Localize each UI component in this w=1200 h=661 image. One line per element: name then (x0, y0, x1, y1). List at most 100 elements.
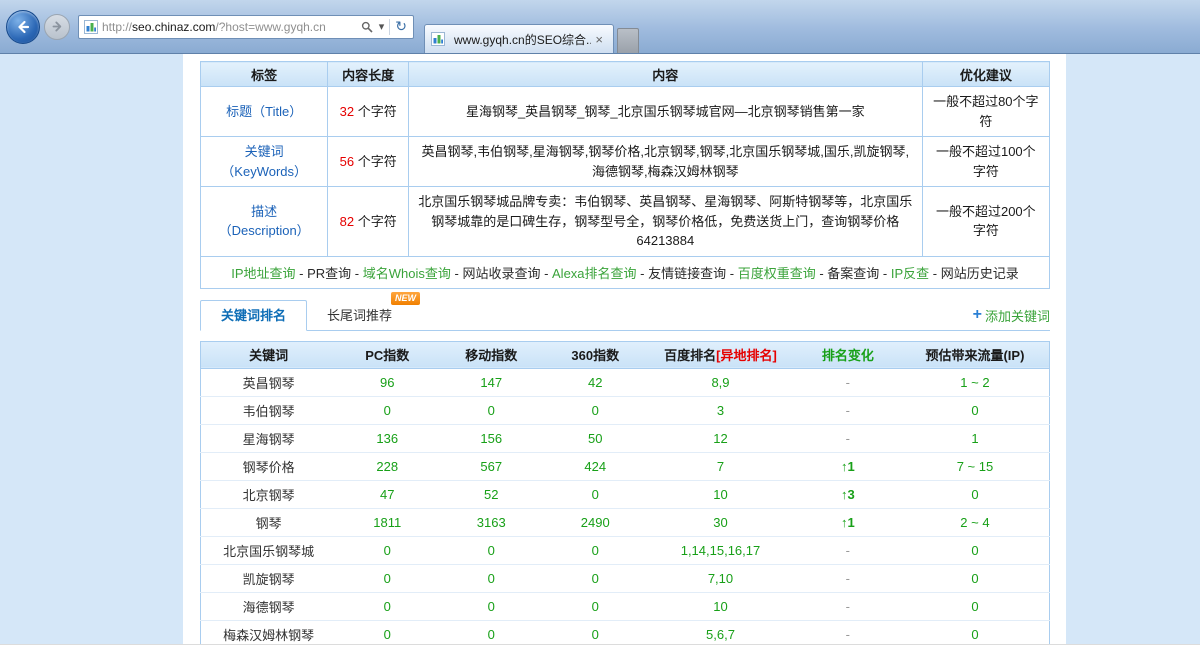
rank-baidu-rank: 1,14,15,16,17 (646, 536, 795, 564)
rank-column-header-suffix: [异地排名] (716, 348, 777, 363)
back-button[interactable] (6, 10, 40, 44)
rank-column-header: 百度排名[异地排名] (646, 341, 795, 368)
chevron-down-icon[interactable]: ▾ (376, 20, 388, 33)
length-unit: 个字符 (354, 154, 397, 169)
rank-keyword[interactable]: 海德钢琴 (201, 592, 337, 620)
seo-column-header: 标签 (201, 62, 328, 87)
rank-keyword[interactable]: 韦伯钢琴 (201, 396, 337, 424)
rank-pc-index: 1811 (336, 508, 438, 536)
seo-column-header: 内容 (408, 62, 922, 87)
new-badge: NEW (391, 292, 420, 305)
quick-link[interactable]: IP地址查询 (231, 266, 295, 281)
rank-estimated-traffic: 0 (901, 396, 1050, 424)
quick-link-separator: - (929, 266, 941, 281)
rank-baidu-rank: 30 (646, 508, 795, 536)
close-icon[interactable]: × (591, 32, 607, 47)
seo-row-content: 北京国乐钢琴城品牌专卖：韦伯钢琴、英昌钢琴、星海钢琴、阿斯特钢琴等，北京国乐钢琴… (408, 187, 922, 257)
rank-change: - (795, 592, 901, 620)
seo-row-label-link[interactable]: 关键词（KeyWords） (221, 144, 307, 179)
quick-link[interactable]: IP反查 (891, 266, 929, 281)
quick-link-separator: - (816, 266, 828, 281)
rank-row: 钢琴18113163249030↑12 ~ 4 (201, 508, 1050, 536)
quick-link[interactable]: 备案查询 (827, 266, 879, 281)
tab-longtail-suggest[interactable]: 长尾词推荐 NEW (307, 301, 412, 330)
quick-link-separator: - (351, 266, 363, 281)
rank-change: ↑3 (795, 480, 901, 508)
length-number: 82 (340, 214, 354, 229)
arrow-right-icon (51, 20, 64, 33)
quick-link[interactable]: PR查询 (307, 266, 351, 281)
rank-mobile-index: 0 (438, 536, 544, 564)
rank-360-index: 0 (544, 480, 646, 508)
rank-keyword[interactable]: 英昌钢琴 (201, 368, 337, 396)
forward-button[interactable] (44, 14, 70, 40)
rank-estimated-traffic: 7 ~ 15 (901, 452, 1050, 480)
quick-link[interactable]: 百度权重查询 (738, 266, 816, 281)
rank-360-index: 0 (544, 620, 646, 644)
rank-keyword[interactable]: 钢琴 (201, 508, 337, 536)
tab-longtail-label: 长尾词推荐 (327, 308, 392, 323)
rank-pc-index: 96 (336, 368, 438, 396)
tab-keyword-ranking[interactable]: 关键词排名 (200, 300, 307, 331)
quick-link-separator: - (540, 266, 552, 281)
rank-row: 钢琴价格2285674247↑17 ~ 15 (201, 452, 1050, 480)
rank-baidu-rank: 10 (646, 592, 795, 620)
rank-row: 梅森汉姆林钢琴0005,6,7-0 (201, 620, 1050, 644)
site-favicon-icon (84, 20, 98, 34)
quick-link[interactable]: 网站历史记录 (941, 266, 1019, 281)
seo-row-label: 标题（Title） (201, 87, 328, 137)
rank-column-header: PC指数 (336, 341, 438, 368)
seo-row-label-link[interactable]: 标题（Title） (226, 104, 302, 119)
seo-row-label-link[interactable]: 描述（Description） (219, 204, 310, 239)
rank-360-index: 0 (544, 564, 646, 592)
window-bottom-strip (0, 644, 1200, 660)
rank-pc-index: 136 (336, 424, 438, 452)
rank-360-index: 42 (544, 368, 646, 396)
rank-pc-index: 47 (336, 480, 438, 508)
rank-keyword[interactable]: 凯旋钢琴 (201, 564, 337, 592)
rank-baidu-rank: 12 (646, 424, 795, 452)
search-icon[interactable] (358, 21, 376, 33)
rank-baidu-rank: 7,10 (646, 564, 795, 592)
browser-tab[interactable]: www.gyqh.cn的SEO综合... × (424, 24, 614, 53)
rank-mobile-index: 3163 (438, 508, 544, 536)
seo-row-length: 82 个字符 (328, 187, 409, 257)
rank-column-header-label: 360指数 (571, 348, 619, 363)
rank-tab-bar: 关键词排名 长尾词推荐 NEW + 添加关键词 (200, 301, 1050, 331)
rank-keyword[interactable]: 钢琴价格 (201, 452, 337, 480)
seo-row-content: 星海钢琴_英昌钢琴_钢琴_北京国乐钢琴城官网—北京钢琴销售第一家 (408, 87, 922, 137)
rank-keyword[interactable]: 星海钢琴 (201, 424, 337, 452)
quick-link[interactable]: Alexa排名查询 (552, 266, 637, 281)
add-keyword-button[interactable]: + 添加关键词 (973, 306, 1050, 330)
rank-baidu-rank: 8,9 (646, 368, 795, 396)
quick-link[interactable]: 域名Whois查询 (363, 266, 451, 281)
rank-keyword[interactable]: 梅森汉姆林钢琴 (201, 620, 337, 644)
inactive-tab-stub[interactable] (617, 28, 639, 53)
tab-favicon-icon (431, 32, 445, 46)
rank-keyword[interactable]: 北京钢琴 (201, 480, 337, 508)
browser-chrome: http://seo.chinaz.com/?host=www.gyqh.cn … (0, 0, 1200, 54)
rank-mobile-index: 0 (438, 396, 544, 424)
rank-change: - (795, 536, 901, 564)
tab-title: www.gyqh.cn的SEO综合... (454, 31, 591, 48)
rank-keyword[interactable]: 北京国乐钢琴城 (201, 536, 337, 564)
seo-row-suggestion: 一般不超过100个字符 (922, 137, 1049, 187)
rank-mobile-index: 156 (438, 424, 544, 452)
rank-baidu-rank: 5,6,7 (646, 620, 795, 644)
rank-column-header: 关键词 (201, 341, 337, 368)
quick-link[interactable]: 友情链接查询 (648, 266, 726, 281)
refresh-icon[interactable]: ↻ (392, 18, 410, 35)
seo-row-label: 描述（Description） (201, 187, 328, 257)
quick-links: IP地址查询 - PR查询 - 域名Whois查询 - 网站收录查询 - Ale… (200, 257, 1050, 289)
rank-estimated-traffic: 0 (901, 536, 1050, 564)
rank-change: - (795, 368, 901, 396)
seo-row: 关键词（KeyWords）56 个字符英昌钢琴,韦伯钢琴,星海钢琴,钢琴价格,北… (201, 137, 1050, 187)
rank-pc-index: 0 (336, 592, 438, 620)
rank-row: 海德钢琴00010-0 (201, 592, 1050, 620)
address-bar[interactable]: http://seo.chinaz.com/?host=www.gyqh.cn … (78, 15, 414, 39)
rank-table-body: 英昌钢琴96147428,9-1 ~ 2韦伯钢琴0003-0星海钢琴136156… (201, 368, 1050, 644)
seo-row-length: 56 个字符 (328, 137, 409, 187)
rank-row: 英昌钢琴96147428,9-1 ~ 2 (201, 368, 1050, 396)
quick-link[interactable]: 网站收录查询 (462, 266, 540, 281)
rank-column-header: 移动指数 (438, 341, 544, 368)
